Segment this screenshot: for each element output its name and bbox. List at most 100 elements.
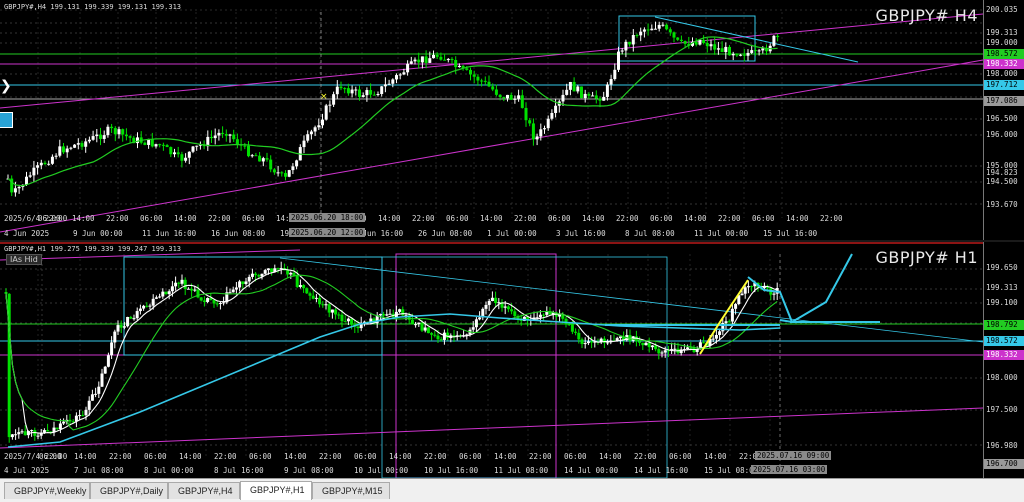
candle-body (605, 84, 609, 97)
candle-body (624, 41, 628, 51)
candle-body (284, 173, 287, 177)
h4-price-tag-green: 198.572 (984, 49, 1024, 59)
candle-body (263, 270, 267, 274)
h4-date-label: 11 Jul 00:00 (694, 229, 749, 238)
candle-body (673, 348, 677, 350)
candle-body (646, 29, 650, 31)
candle-body (32, 167, 36, 176)
candle-body (280, 172, 284, 174)
candle-body (417, 322, 421, 325)
chart-pane-h4[interactable]: × GBPJPY#,H4 199.131 199.339 199.131 199… (0, 0, 1024, 240)
candle-body (135, 311, 139, 319)
chart-pane-h1[interactable]: GBPJPY#,H1 199.275 199.339 199.247 199.3… (0, 242, 1024, 478)
candle-body (550, 112, 554, 119)
h4-date-label: 4 Jun 2025 (4, 229, 50, 238)
candle-body (433, 334, 437, 336)
candle-body (657, 349, 661, 354)
candle-body (661, 24, 665, 26)
h1-time-label: 06:00 (249, 452, 272, 461)
candle-body (572, 82, 576, 92)
candle-body (270, 268, 274, 273)
candle-body (598, 98, 602, 101)
tab-h1[interactable]: GBPJPY#,H1 (240, 481, 312, 500)
h1-symbol-label: GBPJPY# H1 (875, 248, 978, 267)
candle-body (772, 293, 776, 295)
candle-body (698, 39, 702, 45)
h4-price-label: 194.500 (986, 177, 1018, 186)
h1-time-label: 22:00 (424, 452, 447, 461)
candle-body (435, 54, 439, 57)
tab-m15[interactable]: GBPJPY#,M15 (312, 482, 390, 499)
h4-time-label: 06:00 (650, 214, 673, 223)
candle-body (716, 48, 720, 50)
candle-body (158, 144, 162, 146)
candle-body (524, 107, 528, 121)
candle-body (17, 432, 21, 435)
candle-body (241, 281, 245, 285)
h4-price-tag-gray: 197.086 (984, 96, 1024, 106)
h4-chart-canvas[interactable]: × (0, 0, 1024, 240)
h1-date-label: 4 Jul 2025 (4, 466, 50, 475)
h4-channel-lower (0, 59, 984, 233)
candle-body (446, 332, 450, 339)
candle-body (432, 54, 435, 59)
tab-weekly[interactable]: GBPJPY#,Weekly (4, 482, 90, 499)
h1-date-label: 9 Jul 08:00 (284, 466, 334, 475)
candle-body (340, 314, 344, 322)
candle-body (84, 141, 88, 147)
candle-body (302, 285, 306, 289)
candle-body (170, 286, 174, 292)
candle-body (58, 146, 62, 156)
candle-body (128, 136, 132, 138)
h1-time-label: 06:00 (144, 452, 167, 461)
h1-time-label: 06:00 (459, 452, 482, 461)
h4-date-label: 16 Jun 08:00 (211, 229, 266, 238)
candle-body (450, 58, 454, 61)
candle-body (129, 316, 133, 319)
h1-date-label: 7 Jul 08:00 (74, 466, 124, 475)
tab-daily[interactable]: GBPJPY#,Daily (90, 482, 168, 499)
h1-price-label: 199.100 (986, 298, 1018, 307)
candle-body (436, 335, 440, 340)
candle-body (110, 126, 114, 129)
candle-body (602, 338, 606, 343)
h1-time-label: 06:00 (669, 452, 692, 461)
ias-hidden-toggle[interactable]: IAs Hid (6, 254, 42, 265)
h1-time-label: 22:00 (214, 452, 237, 461)
h4-time-label: 14:00 (582, 214, 605, 223)
candle-body (654, 345, 658, 350)
tab-h4[interactable]: GBPJPY#,H4 (168, 482, 240, 499)
candle-body (506, 306, 510, 310)
h1-date-label: 11 Jul 08:00 (494, 466, 549, 475)
candle-body (491, 86, 495, 90)
candle-body (406, 63, 410, 73)
candle-body (539, 129, 543, 137)
candle-body (191, 146, 195, 152)
h1-date-label: 14 Jul 00:00 (564, 466, 619, 475)
candle-body (586, 341, 590, 344)
candle-body (513, 98, 517, 100)
h4-time-label: 22:00 (514, 214, 537, 223)
candle-body (164, 291, 168, 295)
candle-body (103, 366, 107, 374)
candle-body (420, 322, 424, 331)
candle-body (116, 325, 120, 332)
candle-body (122, 326, 126, 328)
h1-chart-canvas[interactable] (0, 242, 1024, 478)
candle-body (291, 166, 295, 171)
candle-body (43, 162, 47, 165)
h1-date-label: 14 Jul 16:00 (634, 466, 689, 475)
candle-body (76, 143, 80, 145)
left-panel-handle[interactable] (0, 112, 13, 128)
candle-body (276, 172, 280, 174)
candle-body (753, 50, 757, 52)
candle-body (369, 90, 373, 95)
candle-body (577, 332, 581, 340)
candle-body (334, 309, 338, 315)
candle-body (106, 355, 110, 367)
candle-body (642, 29, 646, 32)
candle-body (746, 286, 750, 288)
h4-time-label: 06:00 (446, 214, 469, 223)
candle-body (36, 435, 40, 437)
candle-body (641, 342, 645, 346)
